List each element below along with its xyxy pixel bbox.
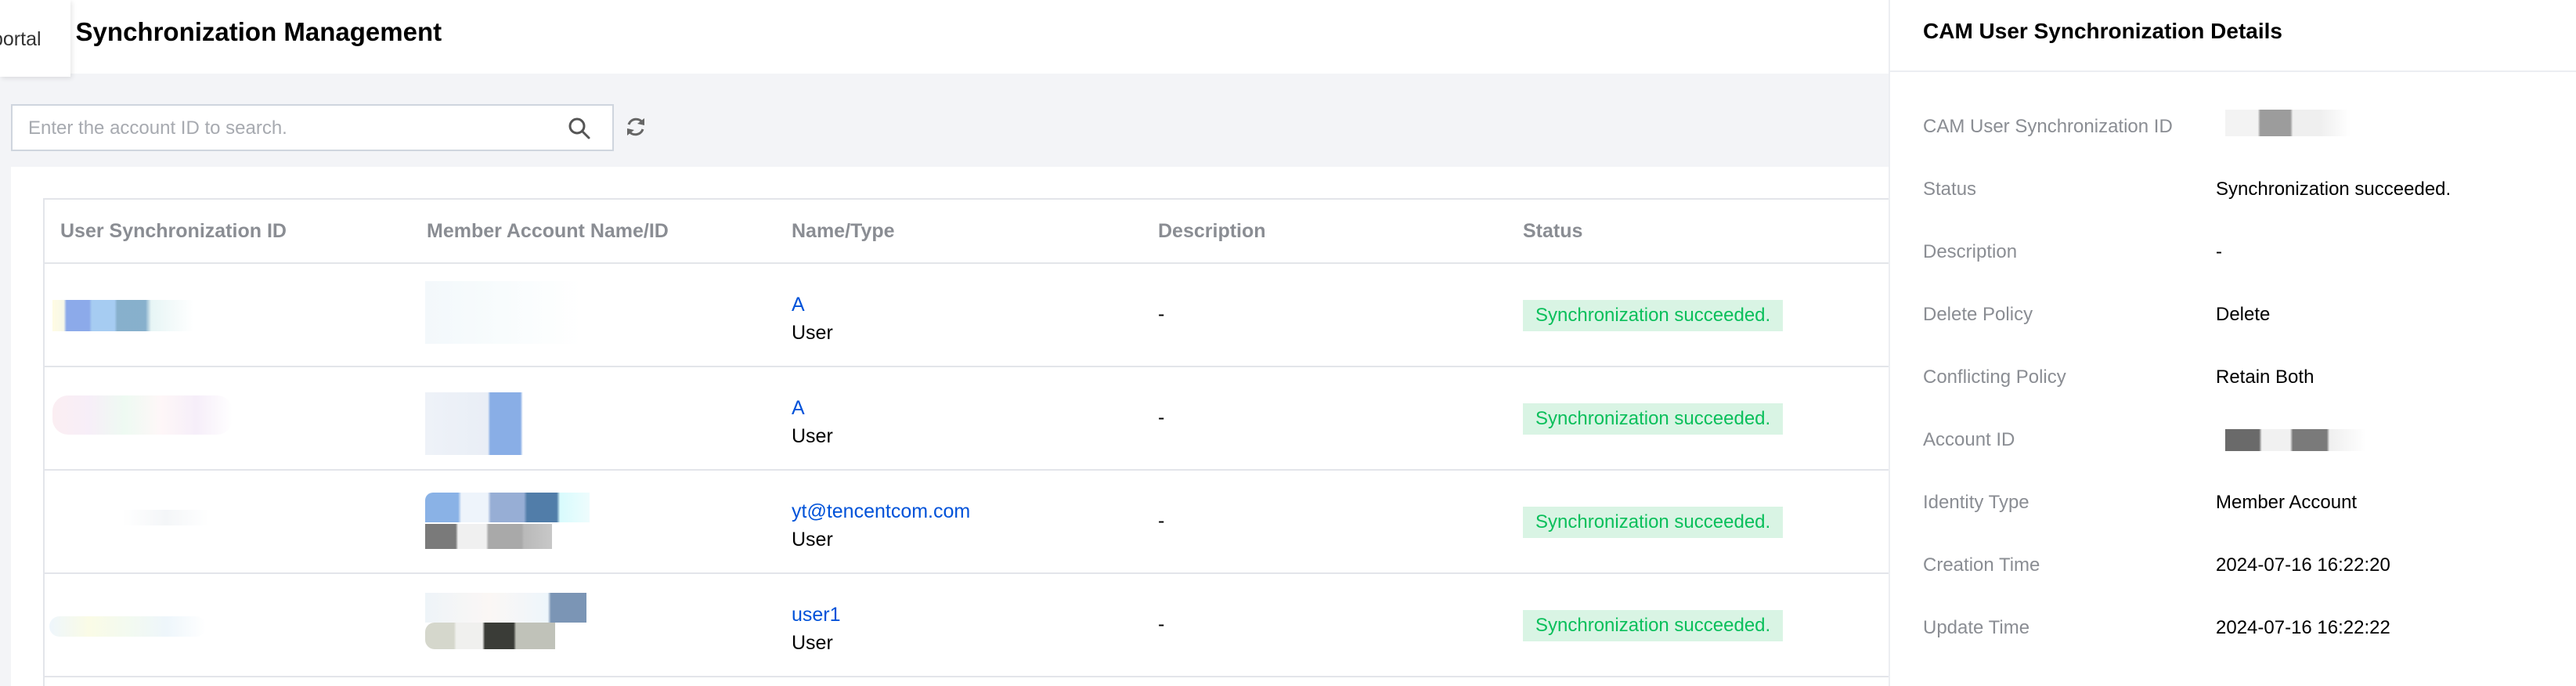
name-type-cell: yt@tencentcom.com User: [792, 497, 970, 554]
description-cell: -: [1158, 613, 1165, 635]
status-badge: Synchronization succeeded.: [1523, 507, 1784, 538]
panel-title: CAM User Synchronization Details: [1923, 19, 2282, 43]
column-header-member-account: Member Account Name/ID: [427, 220, 669, 242]
column-header-name-type: Name/Type: [792, 220, 895, 242]
user-name-link[interactable]: user1: [792, 601, 841, 629]
detail-label-update-time: Update Time: [1923, 617, 2030, 638]
detail-label-sync-id: CAM User Synchronization ID: [1923, 116, 2173, 137]
panel-divider: [1890, 70, 2576, 72]
column-header-status: Status: [1523, 220, 1583, 242]
detail-value-conflicting-policy: Retain Both: [2216, 366, 2314, 388]
redacted-member-account: [425, 593, 586, 623]
user-name-link[interactable]: yt@tencentcom.com: [792, 497, 970, 525]
user-type: User: [792, 632, 833, 654]
status-badge: Synchronization succeeded.: [1523, 403, 1784, 435]
detail-value-identity-type: Member Account: [2216, 492, 2358, 513]
detail-value-creation-time: 2024-07-16 16:22:20: [2216, 554, 2390, 576]
column-header-description: Description: [1158, 220, 1266, 242]
name-type-cell: A User: [792, 291, 833, 347]
table-row[interactable]: yt@tencentcom.com User - Synchronization…: [45, 469, 1889, 574]
redacted-member-account: [425, 493, 590, 522]
detail-label-description: Description: [1923, 241, 2018, 262]
user-sync-table: User Synchronization ID Member Account N…: [43, 198, 1889, 686]
redacted-member-account: [425, 623, 555, 649]
status-badge: Synchronization succeeded.: [1523, 300, 1784, 331]
detail-value-update-time: 2024-07-16 16:22:22: [2216, 617, 2390, 638]
redacted-member-account: [425, 524, 552, 549]
column-header-sync-id: User Synchronization ID: [60, 220, 287, 242]
detail-value-status: Synchronization succeeded.: [2216, 179, 2452, 200]
detail-label-delete-policy: Delete Policy: [1923, 304, 2033, 325]
status-badge: Synchronization succeeded.: [1523, 610, 1784, 641]
table-row[interactable]: A User - Synchronization succeeded.: [45, 262, 1889, 367]
redacted-account-id-value: [2225, 429, 2366, 451]
detail-label-identity-type: Identity Type: [1923, 492, 2029, 513]
user-name-link[interactable]: A: [792, 394, 833, 422]
detail-value-description: -: [2216, 241, 2222, 262]
detail-label-creation-time: Creation Time: [1923, 554, 2040, 576]
table-card: User Synchronization ID Member Account N…: [11, 167, 1889, 686]
user-type: User: [792, 322, 833, 344]
description-cell: -: [1158, 510, 1165, 532]
name-type-cell: A User: [792, 394, 833, 450]
table-row[interactable]: A User - Synchronization succeeded.: [45, 366, 1889, 471]
table-row[interactable]: user1 User - Synchronization succeeded.: [45, 572, 1889, 677]
top-header: User Synchronization Management: [0, 0, 1889, 74]
user-type: User: [792, 529, 833, 551]
redacted-sync-id: [52, 395, 233, 435]
user-type: User: [792, 425, 833, 447]
name-type-cell: user1 User: [792, 601, 841, 657]
detail-label-account-id: Account ID: [1923, 429, 2015, 450]
redacted-member-account: [425, 281, 582, 344]
refresh-icon[interactable]: [623, 114, 648, 139]
redacted-sync-id: [123, 510, 209, 525]
redacted-sync-id: [52, 300, 193, 331]
table-bottom-border: [45, 676, 1889, 679]
portal-tab[interactable]: portal: [0, 0, 70, 77]
redacted-sync-id: [49, 616, 206, 637]
description-cell: -: [1158, 406, 1165, 428]
search-box: [11, 104, 614, 151]
description-cell: -: [1158, 303, 1165, 325]
detail-label-status: Status: [1923, 179, 1977, 200]
detail-label-conflicting-policy: Conflicting Policy: [1923, 366, 2066, 388]
redacted-member-account: [425, 392, 550, 455]
details-panel: CAM User Synchronization Details CAM Use…: [1889, 0, 2576, 686]
page-title: User Synchronization Management: [11, 17, 442, 46]
search-input[interactable]: [13, 106, 562, 151]
redacted-sync-id-value: [2225, 110, 2351, 136]
detail-value-delete-policy: Delete: [2216, 304, 2271, 325]
user-name-link[interactable]: A: [792, 291, 833, 319]
search-icon[interactable]: [567, 116, 592, 141]
portal-label: portal: [0, 28, 41, 50]
